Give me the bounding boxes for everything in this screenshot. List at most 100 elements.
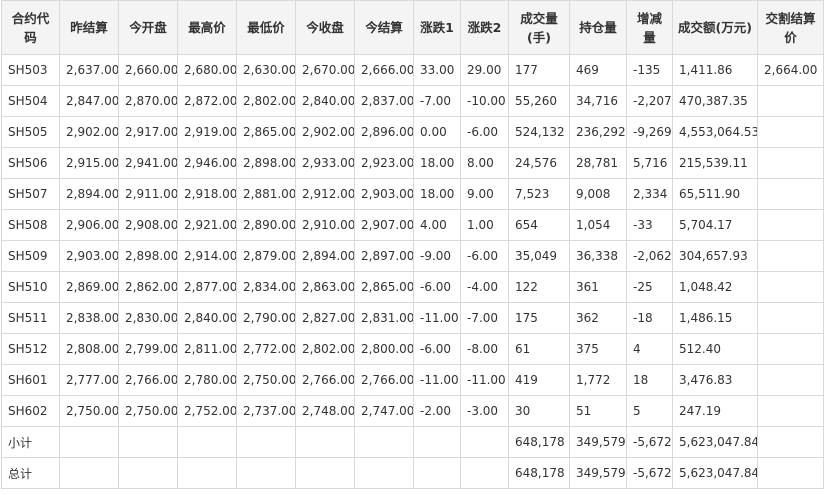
table-row: SH601 2,777.00 2,766.00 2,780.00 2,750.00 2,7… [1, 364, 824, 396]
table-cell: 18.00 [413, 147, 461, 179]
table-cell: 2,906.00 [59, 209, 119, 241]
table-cell: 5,716 [626, 147, 673, 179]
table-cell: 2,766.00 [295, 364, 355, 396]
table-cell: 2,862.00 [118, 271, 178, 303]
table-cell: 18 [626, 364, 673, 396]
table-cell: 2,664.00 [757, 54, 824, 86]
table-cell: 1.00 [460, 209, 509, 241]
table-cell: 2,881.00 [236, 178, 296, 210]
table-cell: 5,704.17 [672, 209, 758, 241]
table-cell: 1,486.15 [672, 302, 758, 334]
table-cell [757, 364, 824, 396]
table-cell: 2,910.00 [295, 209, 355, 241]
table-cell: 2,902.00 [295, 116, 355, 148]
table-cell [460, 457, 509, 489]
table-cell [757, 457, 824, 489]
table-cell: 2,840.00 [295, 85, 355, 117]
table-cell: -18 [626, 302, 673, 334]
table-cell: -4.00 [460, 271, 509, 303]
table-cell: 419 [508, 364, 570, 396]
table-cell: 2,903.00 [354, 178, 414, 210]
table-cell: -7.00 [460, 302, 509, 334]
table-cell: 35,049 [508, 240, 570, 272]
table-cell: 2,869.00 [59, 271, 119, 303]
table-cell: -11.00 [413, 364, 461, 396]
table-cell: 2,872.00 [177, 85, 237, 117]
table-cell: 1,048.42 [672, 271, 758, 303]
table-cell: 24,576 [508, 147, 570, 179]
contract-code-cell: SH505 [1, 116, 60, 148]
table-row: SH602 2,750.00 2,750.00 2,752.00 2,737.00 2,7… [1, 395, 824, 427]
table-cell: 2,666.00 [354, 54, 414, 86]
table-cell: 2,808.00 [59, 333, 119, 365]
table-cell: 2,917.00 [118, 116, 178, 148]
table-cell [413, 457, 461, 489]
table-cell: 2,750.00 [59, 395, 119, 427]
table-cell: 65,511.90 [672, 178, 758, 210]
table-cell [757, 302, 824, 334]
table-header: 合约代码 昨结算 今开盘 最高价 最低价 今收盘 今结算 涨跌1 涨跌2 成交量(手) 持仓量 增减量… [1, 0, 824, 55]
table-cell: 2,918.00 [177, 178, 237, 210]
table-cell: 361 [569, 271, 627, 303]
table-cell: -5,672 [626, 426, 673, 458]
contract-code-cell: SH509 [1, 240, 60, 272]
table-cell: 2,780.00 [177, 364, 237, 396]
table-cell: 2,894.00 [59, 178, 119, 210]
table-footer-space [0, 489, 824, 493]
table-cell: 29.00 [460, 54, 509, 86]
table-cell: 34,716 [569, 85, 627, 117]
table-row: SH509 2,903.00 2,898.00 2,914.00 2,879.00 2,8… [1, 240, 824, 272]
table-cell [118, 457, 178, 489]
table-cell: 524,132 [508, 116, 570, 148]
table-cell: 28,781 [569, 147, 627, 179]
table-cell: 18.00 [413, 178, 461, 210]
summary-row: 总计 648,178 349,579 -5,672 5,623,047.84 [1, 457, 824, 489]
table-cell: 648,178 [508, 426, 570, 458]
contract-code-cell: SH506 [1, 147, 60, 179]
table-cell: 349,579 [569, 426, 627, 458]
column-header: 今收盘 [295, 0, 355, 55]
table-cell: 51 [569, 395, 627, 427]
table-cell: -33 [626, 209, 673, 241]
table-cell [757, 426, 824, 458]
table-cell: 36,338 [569, 240, 627, 272]
table-cell: 2,847.00 [59, 85, 119, 117]
table-cell: 2,777.00 [59, 364, 119, 396]
table-cell: -6.00 [460, 240, 509, 272]
table-cell: 2,802.00 [236, 85, 296, 117]
table-cell: 5,623,047.84 [672, 426, 758, 458]
table-cell: 122 [508, 271, 570, 303]
contract-code-cell: SH511 [1, 302, 60, 334]
contract-code-cell: SH512 [1, 333, 60, 365]
table-cell: 2,912.00 [295, 178, 355, 210]
table-cell [59, 457, 119, 489]
table-cell [177, 457, 237, 489]
table-cell: 2,908.00 [118, 209, 178, 241]
table-cell: 2,637.00 [59, 54, 119, 86]
table-cell: 2,898.00 [118, 240, 178, 272]
table-cell: -2,062 [626, 240, 673, 272]
table-cell: 2,898.00 [236, 147, 296, 179]
table-cell [354, 457, 414, 489]
table-row: SH504 2,847.00 2,870.00 2,872.00 2,802.00 2,8… [1, 85, 824, 117]
table-cell [295, 426, 355, 458]
table-cell: 1,772 [569, 364, 627, 396]
table-cell [236, 457, 296, 489]
contract-code-cell: SH507 [1, 178, 60, 210]
table-cell: 177 [508, 54, 570, 86]
table-cell: 2,863.00 [295, 271, 355, 303]
table-cell: 2,894.00 [295, 240, 355, 272]
table-cell: 0.00 [413, 116, 461, 148]
table-cell: 4 [626, 333, 673, 365]
table-cell: -10.00 [460, 85, 509, 117]
table-cell: -2.00 [413, 395, 461, 427]
table-cell [757, 209, 824, 241]
table-cell: 2,865.00 [354, 271, 414, 303]
table-cell: 1,054 [569, 209, 627, 241]
table-cell [236, 426, 296, 458]
contract-code-cell: SH510 [1, 271, 60, 303]
table-cell: -3.00 [460, 395, 509, 427]
table-row: SH506 2,915.00 2,941.00 2,946.00 2,898.00 2,9… [1, 147, 824, 179]
table-cell [295, 457, 355, 489]
table-cell: -11.00 [413, 302, 461, 334]
